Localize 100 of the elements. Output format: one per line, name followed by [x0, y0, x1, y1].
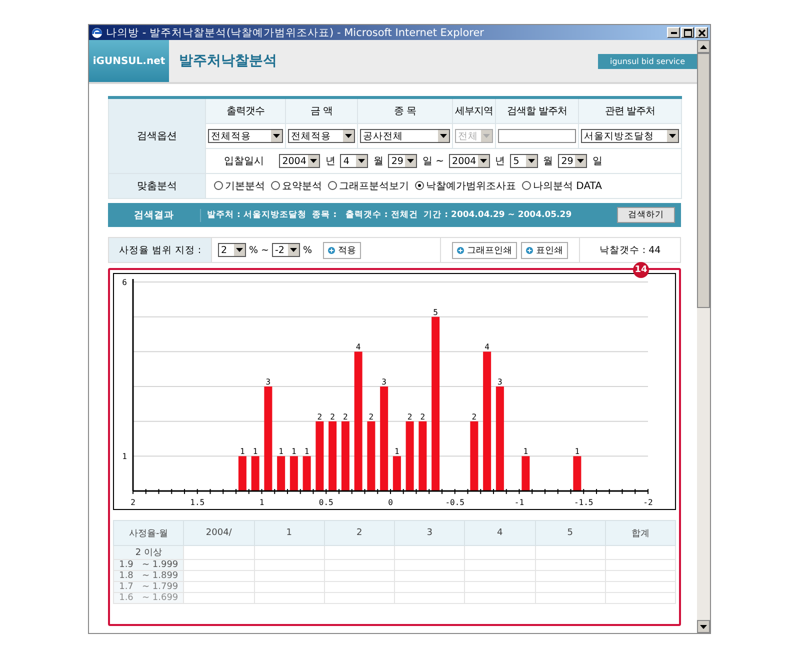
x-tick-label: -0.5 [445, 498, 464, 507]
y-tick-label: 6 [122, 278, 127, 287]
bar-value-label: 1 [278, 447, 284, 456]
date-unit: 년 [495, 156, 506, 167]
x-tick-label: -2 [643, 498, 653, 507]
bar-value-label: 3 [266, 378, 271, 386]
bar [470, 421, 478, 491]
bar-value-label: 1 [394, 447, 400, 456]
table-header: 사정율-월 [129, 528, 168, 538]
bar [573, 456, 582, 491]
analysis-label: 맞춤분석 [137, 181, 177, 192]
bar-value-label: 4 [356, 342, 361, 352]
bar [316, 421, 324, 491]
row-label: 2 이상 [135, 548, 162, 558]
table-header: 5 [567, 528, 573, 538]
date-dropdown[interactable]: 29 [558, 154, 588, 168]
table-header: 1 [286, 528, 292, 538]
range-label: 사정율 범위 지정 : [118, 244, 202, 256]
row-label: 1.6 ~ 1.699 [119, 593, 178, 603]
x-tick-label: 0.5 [318, 498, 334, 507]
bar [328, 421, 337, 491]
scroll-up-icon[interactable] [697, 40, 710, 53]
bar [406, 421, 414, 491]
column-heading: 검색할 발주처 [507, 106, 567, 117]
dropdown[interactable]: 전체적용 [288, 129, 355, 143]
marker-badge: 14 [633, 262, 649, 278]
table-header: 4 [497, 528, 503, 538]
date-dropdown[interactable]: 5 [510, 154, 538, 168]
scroll-down-icon[interactable] [697, 620, 710, 633]
row-label: 1.7 ~ 1.799 [119, 582, 178, 592]
percent-unit: % [249, 244, 258, 256]
date-unit: 일 [592, 156, 602, 167]
bar-value-label: 5 [433, 308, 438, 317]
x-tick-label: 2 [130, 498, 136, 507]
bar-value-label: 2 [368, 412, 374, 422]
bar-value-label: 1 [574, 447, 580, 456]
analysis-radio[interactable]: 낙찰예가범위조사표 [415, 178, 516, 193]
bar [238, 456, 246, 491]
minimize-button[interactable] [667, 27, 680, 38]
analysis-radio[interactable]: 기본분석 [214, 178, 265, 193]
table-header: 합계 [631, 528, 650, 538]
result-summary: 발주처 : 서울지방조달청 종목 : 출력갯수 : 전체건 기간 : 2004.04.29 ~ 2004.05.29 [206, 209, 573, 221]
bar-value-label: 3 [498, 378, 502, 386]
result-label: 검색결과 [108, 208, 201, 222]
x-tick-label: -1.5 [574, 498, 594, 507]
bar-value-label: 1 [292, 447, 296, 456]
analysis-radio[interactable]: 요약분석 [271, 178, 322, 193]
percent-unit: % [303, 244, 312, 256]
close-button[interactable] [695, 27, 708, 38]
minimize-icon [670, 32, 676, 34]
dropdown[interactable]: 공사전체 [360, 129, 450, 143]
bar [277, 456, 286, 491]
date-dropdown[interactable]: 2004 [449, 154, 490, 168]
table-header: 2 [356, 528, 362, 538]
date-dropdown[interactable]: 2004 [279, 154, 320, 168]
bar-value-label: 3 [382, 378, 386, 386]
range-to-dropdown[interactable]: -2 [272, 243, 300, 257]
bar-value-label: 2 [472, 412, 477, 422]
column-heading: 관련 발주처 [604, 106, 656, 117]
bar [251, 456, 260, 491]
y-tick-label: 1 [122, 452, 127, 462]
x-tick-label: 1 [259, 498, 264, 507]
plus-icon [457, 246, 464, 254]
maximize-icon [684, 28, 692, 36]
page-title: 발주처낙찰분석 [179, 52, 278, 70]
date-unit: 월 [543, 156, 554, 167]
analysis-radio[interactable]: 나의분석 DATA [522, 178, 602, 193]
radio-button[interactable] [415, 181, 424, 190]
bar-value-label: 2 [420, 412, 426, 422]
bar-value-label: 2 [407, 412, 412, 422]
bar-value-label: 1 [304, 447, 310, 456]
date-dropdown[interactable]: 4 [340, 154, 368, 168]
dropdown[interactable]: 전체적용 [208, 129, 283, 143]
bar-value-label: 2 [317, 412, 322, 422]
dropdown[interactable]: 서울지방조달청 [581, 129, 679, 143]
radio-button[interactable] [328, 181, 337, 190]
column-heading: 종 목 [394, 106, 416, 117]
vertical-scrollbar[interactable] [697, 40, 710, 633]
column-heading: 금 액 [310, 106, 332, 117]
apply-button[interactable]: 적용 [323, 242, 362, 258]
table-header: 3 [426, 528, 432, 538]
radio-button[interactable] [214, 181, 223, 190]
bar-value-label: 2 [343, 412, 348, 422]
maximize-button[interactable] [681, 27, 694, 38]
range-from-dropdown[interactable]: 2 [218, 243, 246, 257]
radio-button[interactable] [271, 181, 280, 190]
search-field[interactable] [498, 129, 576, 143]
print-button[interactable]: 그래프인쇄 [452, 242, 517, 258]
radio-button[interactable] [522, 181, 531, 190]
print-button[interactable]: 표인쇄 [521, 242, 568, 258]
range-separator: ~ [261, 244, 269, 256]
bar-value-label: 4 [484, 342, 490, 352]
bar [302, 456, 311, 491]
date-dropdown[interactable]: 29 [388, 154, 418, 168]
scroll-thumb[interactable] [697, 53, 710, 308]
analysis-radio[interactable]: 그래프분석보기 [328, 178, 409, 193]
x-tick-label: 0 [388, 498, 393, 507]
award-count: 낙찰갯수 : 44 [599, 244, 661, 256]
search-button[interactable]: 검색하기 [617, 207, 675, 223]
plus-icon [328, 246, 336, 254]
